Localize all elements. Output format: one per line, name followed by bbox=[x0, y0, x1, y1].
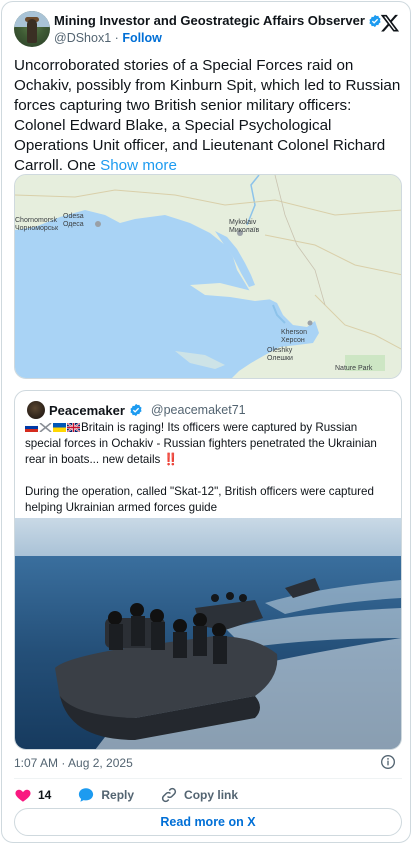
map-label-mykolaiv: Mykolaiv Миколаїв bbox=[229, 219, 260, 234]
quoted-verified-badge-icon bbox=[130, 403, 142, 417]
author-handle[interactable]: @DShox1 bbox=[54, 31, 111, 45]
show-more-link[interactable]: Show more bbox=[100, 157, 177, 174]
copy-link-button[interactable]: Copy link bbox=[160, 786, 238, 804]
quoted-tweet[interactable]: Peacemaker @peacemaket71 Britain is ragi… bbox=[14, 390, 402, 750]
reply-button[interactable]: Reply bbox=[77, 786, 134, 804]
x-logo-icon[interactable] bbox=[380, 13, 400, 33]
author-name-row: Mining Investor and Geostrategic Affairs… bbox=[54, 13, 382, 28]
map-label-odesa: Odesa Одеса bbox=[63, 213, 84, 228]
reply-icon bbox=[79, 788, 94, 802]
quoted-line-2: During the operation, called "Skat-12", … bbox=[25, 485, 374, 514]
author-avatar[interactable] bbox=[14, 11, 50, 47]
like-count: 14 bbox=[38, 788, 52, 802]
map-label-kherson: Kherson Херсон bbox=[281, 329, 308, 344]
like-button[interactable]: 14 bbox=[14, 786, 51, 804]
uk-flag-icon bbox=[67, 423, 80, 432]
crossed-swords-icon bbox=[39, 423, 52, 432]
tweet-card: Mining Investor and Geostrategic Affairs… bbox=[1, 1, 411, 843]
author-name[interactable]: Mining Investor and Geostrategic Affairs… bbox=[54, 13, 365, 28]
tweet-body: Uncorroborated stories of a Special Forc… bbox=[14, 57, 401, 174]
map-label-chornomorsk: Chornomorsk Чорноморськ bbox=[15, 217, 59, 232]
link-icon bbox=[161, 787, 177, 803]
quoted-author-avatar bbox=[27, 401, 45, 419]
quoted-author-name: Peacemaker bbox=[49, 402, 125, 418]
heart-icon bbox=[15, 789, 31, 802]
tweet-text: Uncorroborated stories of a Special Forc… bbox=[14, 56, 404, 176]
map-image[interactable]: Odesa Одеса Chornomorsk Чорноморськ Mykola… bbox=[14, 174, 402, 379]
info-icon[interactable] bbox=[380, 754, 396, 770]
tweet-header: Mining Investor and Geostrategic Affairs… bbox=[14, 11, 402, 49]
map-label-nature-park: Nature Park bbox=[335, 365, 373, 372]
divider bbox=[14, 778, 402, 779]
quoted-line-1: Britain is raging! Its officers were cap… bbox=[25, 420, 395, 468]
follow-button[interactable]: Follow bbox=[122, 31, 162, 45]
quoted-tweet-header: Peacemaker @peacemaket71 bbox=[27, 401, 246, 419]
action-bar: 14 Reply Copy link bbox=[14, 784, 264, 806]
reply-label: Reply bbox=[101, 788, 135, 802]
quoted-media-image[interactable] bbox=[15, 518, 401, 749]
tweet-timestamp[interactable]: 1:07 AM · Aug 2, 2025 bbox=[14, 756, 133, 770]
separator-dot: · bbox=[114, 31, 119, 45]
quoted-author-handle: @peacemaket71 bbox=[150, 403, 246, 417]
ukraine-flag-icon bbox=[53, 423, 66, 432]
quoted-tweet-text: Britain is raging! Its officers were cap… bbox=[25, 420, 395, 516]
read-more-button[interactable]: Read more on X bbox=[14, 808, 402, 836]
russia-flag-icon bbox=[25, 423, 38, 432]
map-label-oleshky: Oleshky Олешки bbox=[267, 347, 293, 362]
author-handle-row: @DShox1 · Follow bbox=[54, 31, 162, 45]
copy-link-label: Copy link bbox=[184, 788, 239, 802]
